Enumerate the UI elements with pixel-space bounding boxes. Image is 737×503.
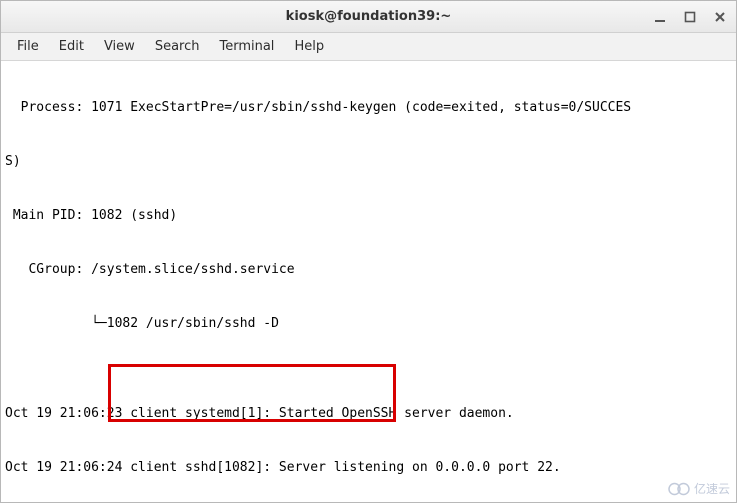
window-title: kiosk@foundation39:~ — [286, 9, 452, 24]
minimize-icon — [654, 11, 666, 23]
maximize-icon — [684, 11, 696, 23]
maximize-button[interactable] — [680, 7, 700, 27]
terminal-line: Oct 19 21:06:24 client sshd[1082]: Serve… — [5, 459, 732, 477]
window-controls — [650, 1, 730, 33]
watermark: 亿速云 — [668, 480, 730, 498]
terminal-line: Oct 19 21:06:23 client systemd[1]: Start… — [5, 405, 732, 423]
terminal-line: └─1082 /usr/sbin/sshd -D — [5, 315, 732, 333]
watermark-text: 亿速云 — [694, 480, 730, 498]
terminal-line: CGroup: /system.slice/sshd.service — [5, 261, 732, 279]
terminal-viewport[interactable]: Process: 1071 ExecStartPre=/usr/sbin/ssh… — [1, 61, 736, 502]
menubar: File Edit View Search Terminal Help — [1, 33, 736, 61]
terminal-line: S) — [5, 153, 732, 171]
watermark-icon — [668, 482, 690, 496]
menu-search[interactable]: Search — [145, 35, 210, 58]
menu-file[interactable]: File — [7, 35, 49, 58]
titlebar: kiosk@foundation39:~ — [1, 1, 736, 33]
terminal-window: kiosk@foundation39:~ File Edit View Sear… — [0, 0, 737, 503]
close-button[interactable] — [710, 7, 730, 27]
minimize-button[interactable] — [650, 7, 670, 27]
menu-view[interactable]: View — [94, 35, 145, 58]
menu-edit[interactable]: Edit — [49, 35, 94, 58]
menu-terminal[interactable]: Terminal — [209, 35, 284, 58]
terminal-line: Process: 1071 ExecStartPre=/usr/sbin/ssh… — [5, 99, 732, 117]
menu-help[interactable]: Help — [284, 35, 334, 58]
terminal-line: Main PID: 1082 (sshd) — [5, 207, 732, 225]
close-icon — [714, 11, 726, 23]
